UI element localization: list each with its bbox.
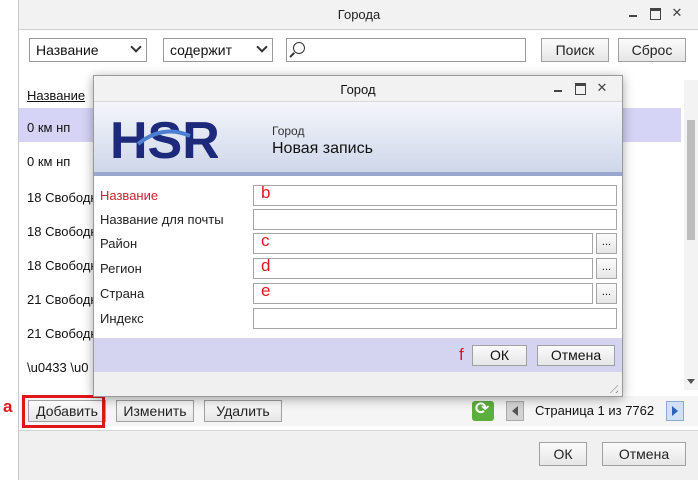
- chevron-down-icon: [130, 41, 142, 53]
- maximize-icon[interactable]: [649, 6, 661, 20]
- field-label: Регион: [100, 261, 142, 276]
- delete-button[interactable]: Удалить: [204, 400, 282, 422]
- close-icon[interactable]: ✕: [671, 6, 683, 20]
- annotation-label-e: e: [261, 281, 271, 300]
- annotation-label-d: d: [261, 256, 271, 275]
- form-row-index: Индекс: [94, 308, 622, 330]
- maximize-icon[interactable]: [574, 81, 586, 95]
- dialog-titlebar: Город ✕: [94, 76, 622, 102]
- country-field[interactable]: [253, 283, 593, 304]
- window-footer: ОК Отмена: [19, 430, 698, 480]
- dialog-subtitle: Город: [272, 124, 305, 138]
- pager-text: Страница 1 из 7762: [535, 403, 655, 418]
- scrollbar-thumb[interactable]: [687, 120, 695, 240]
- operator-select-value: содержит: [170, 42, 232, 58]
- annotation-label-a: a: [3, 397, 13, 416]
- annotation-label-b: b: [261, 183, 271, 202]
- district-field[interactable]: [253, 233, 593, 254]
- country-lookup-button[interactable]: ...: [596, 283, 617, 304]
- resize-grip-icon[interactable]: [606, 381, 618, 393]
- list-toolbar: Добавить Изменить Удалить Страница 1 из …: [19, 396, 698, 426]
- field-label: Название: [100, 188, 159, 203]
- operator-select[interactable]: содержит: [163, 38, 273, 62]
- annotation-label-c: c: [261, 231, 270, 250]
- region-lookup-button[interactable]: ...: [596, 258, 617, 279]
- field-label: Название для почты: [100, 212, 224, 227]
- window-title: Города: [337, 7, 381, 22]
- list-scrollbar[interactable]: [684, 80, 698, 390]
- dialog-ok-button[interactable]: ОК: [472, 345, 527, 366]
- hsr-logo-text: HSR: [110, 114, 218, 164]
- district-lookup-button[interactable]: ...: [596, 233, 617, 254]
- postal-name-field[interactable]: [253, 209, 617, 230]
- dialog-heading: Новая запись: [272, 140, 373, 157]
- prev-page-icon[interactable]: [506, 401, 524, 421]
- hsr-logo: HSR: [110, 114, 218, 164]
- index-field[interactable]: [253, 308, 617, 329]
- city-dialog: Город ✕ HSR Город Новая запись Название …: [93, 75, 623, 397]
- refresh-icon[interactable]: [472, 399, 494, 421]
- search-input[interactable]: [286, 38, 526, 62]
- form-row-country: Страна ... e: [94, 281, 622, 305]
- cities-window-titlebar: Города ✕: [19, 0, 698, 30]
- form-row-name: Название b: [94, 183, 622, 207]
- dialog-cancel-button[interactable]: Отмена: [537, 345, 615, 366]
- scroll-down-icon[interactable]: [687, 379, 695, 384]
- chevron-down-icon: [256, 41, 268, 53]
- search-button[interactable]: Поиск: [541, 38, 609, 62]
- cancel-button[interactable]: Отмена: [602, 442, 686, 466]
- dialog-controls: ✕: [552, 81, 608, 95]
- ok-button[interactable]: ОК: [539, 442, 587, 466]
- next-page-icon[interactable]: [666, 401, 684, 421]
- close-icon[interactable]: ✕: [596, 81, 608, 95]
- reset-button[interactable]: Сброс: [618, 38, 686, 62]
- edit-button[interactable]: Изменить: [116, 400, 194, 422]
- field-label: Район: [100, 236, 138, 251]
- field-select[interactable]: Название: [29, 38, 147, 62]
- search-icon: [293, 42, 305, 54]
- form-row-postal-name: Название для почты: [94, 209, 622, 231]
- dialog-statusbar: [94, 372, 622, 396]
- dialog-header: HSR Город Новая запись: [94, 102, 622, 176]
- annotation-highlight-add: [22, 395, 105, 428]
- search-bar: Название содержит Поиск Сброс: [19, 38, 698, 64]
- field-label: Страна: [100, 286, 145, 301]
- form-row-district: Район ... c: [94, 231, 622, 255]
- region-field[interactable]: [253, 258, 593, 279]
- name-field[interactable]: [253, 185, 617, 206]
- minimize-icon[interactable]: [552, 81, 564, 95]
- dialog-footer: f ОК Отмена: [94, 338, 622, 372]
- minimize-icon[interactable]: [627, 6, 639, 20]
- dialog-title: Город: [340, 82, 376, 97]
- field-select-value: Название: [36, 42, 99, 58]
- field-label: Индекс: [100, 311, 144, 326]
- window-controls: ✕: [627, 6, 683, 20]
- form-row-region: Регион ... d: [94, 256, 622, 280]
- column-header-name[interactable]: Название: [27, 88, 85, 103]
- annotation-label-f: f: [459, 345, 464, 364]
